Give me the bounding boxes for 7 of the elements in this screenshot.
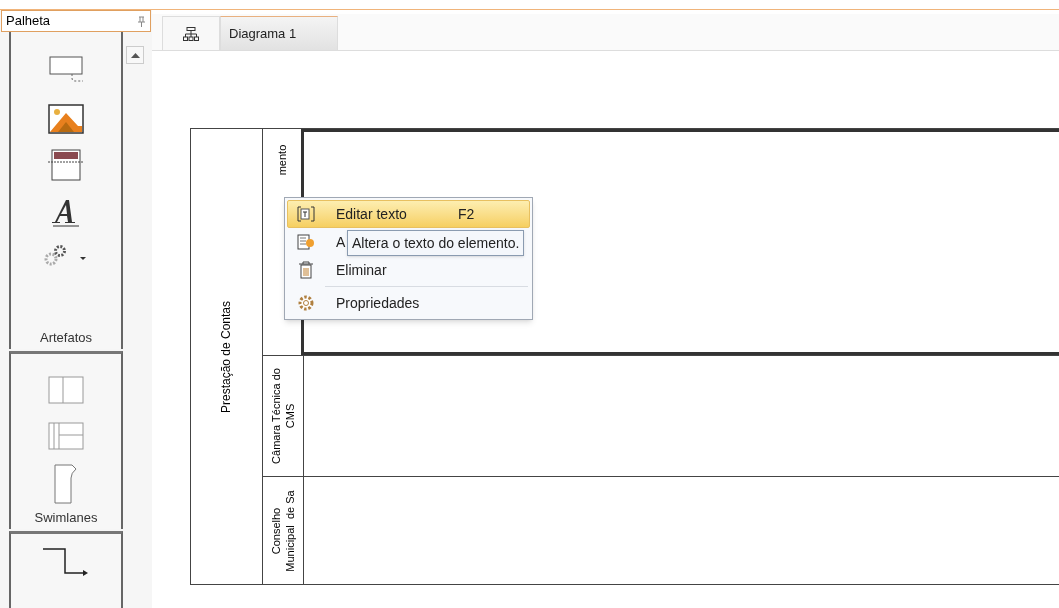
pool-label: Prestação de Contas [218,300,235,413]
lane-label: mento [275,144,289,176]
shortcut-text: F2 [458,204,475,224]
tooltip: Altera o texto do elemento. [347,230,525,256]
lane-label: Câmara Técnica do CMS [269,368,297,465]
palette-title: Palheta [6,12,51,31]
lane-label: Conselho Municipal de Sa [269,490,297,572]
